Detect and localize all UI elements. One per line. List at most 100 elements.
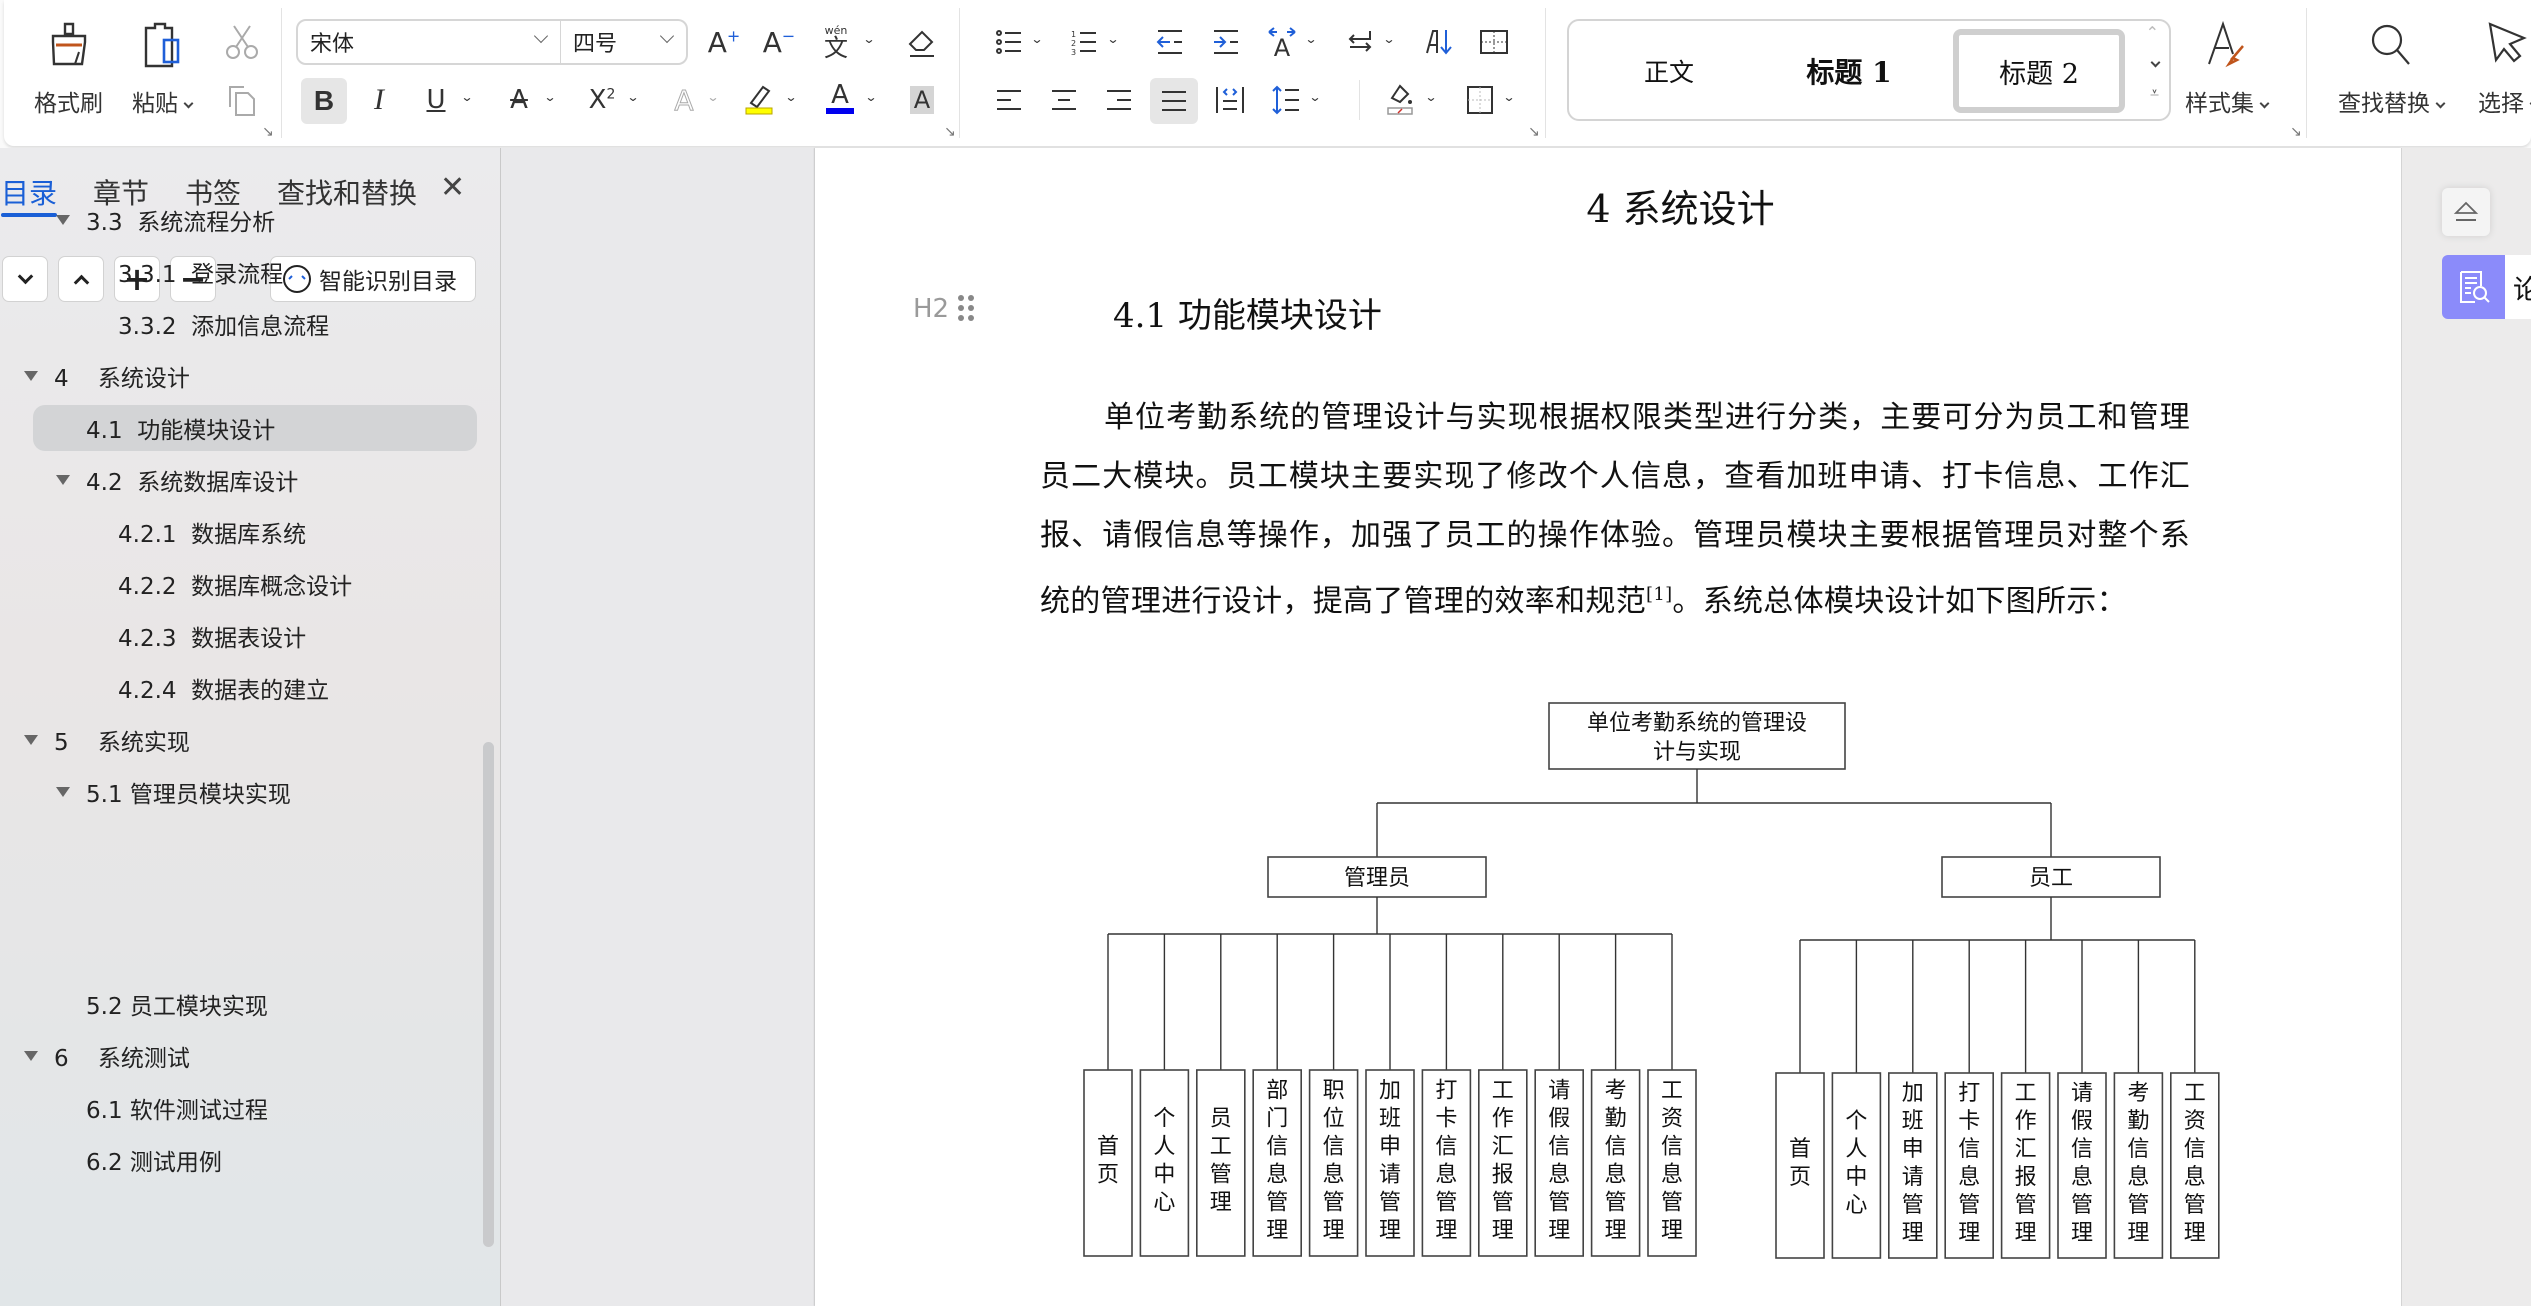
gallery-expand-icon[interactable]: ⩡ (2150, 83, 2159, 103)
borders-button[interactable] (1460, 80, 1500, 120)
copy-button[interactable] (222, 80, 262, 120)
toc-item[interactable]: 6 系统测试 (0, 1033, 470, 1079)
chevron-down-icon[interactable] (1308, 90, 1321, 104)
char-spacing-button[interactable]: A (1262, 22, 1302, 62)
toc-item[interactable]: 4.2.4 数据表的建立 (0, 665, 470, 711)
collapse-rail-button[interactable] (2442, 188, 2490, 236)
citation-ref[interactable]: [1] (1646, 584, 1672, 605)
leaf-node[interactable] (1888, 1072, 1938, 1259)
select-button[interactable]: 选择 (2478, 18, 2531, 118)
toc-item[interactable]: 4.2.3 数据表设计 (0, 613, 470, 659)
superscript-button[interactable]: X2 (582, 80, 622, 120)
strikethrough-button[interactable]: A (499, 80, 539, 120)
justify-button[interactable] (1150, 78, 1198, 124)
drag-handle-icon[interactable] (957, 294, 975, 322)
toc-scrollbar[interactable] (483, 742, 494, 1247)
toc-item[interactable]: 4 系统设计 (0, 353, 470, 399)
gallery-scroll-down-icon[interactable] (2150, 51, 2161, 70)
chevron-down-icon[interactable] (460, 90, 473, 104)
bold-button[interactable]: B (301, 78, 347, 124)
body-paragraph[interactable]: 单位考勤系统的管理设计与实现根据权限类型进行分类，主要可分为员工和管理员二大模块… (1040, 388, 2190, 631)
distribute-button[interactable] (1210, 80, 1250, 120)
clipboard-launcher-icon[interactable]: ↘ (262, 124, 274, 140)
style-heading-2[interactable]: 标题 2 (1953, 29, 2125, 113)
toc-item[interactable]: 5.1 管理员模块实现 (0, 769, 470, 815)
format-painter-button[interactable]: 格式刷 (34, 18, 103, 118)
expand-triangle-icon[interactable] (56, 787, 70, 797)
toc-item[interactable]: 3.3.2 添加信息流程 (0, 301, 470, 347)
leaf-node[interactable] (1195, 1069, 1246, 1257)
chapter-heading[interactable]: 4 系统设计 (815, 178, 2401, 233)
expand-triangle-icon[interactable] (24, 371, 38, 381)
leaf-node[interactable] (2000, 1072, 2051, 1259)
highlight-button[interactable] (740, 78, 780, 118)
show-marks-button[interactable] (1474, 22, 1514, 62)
employee-node[interactable] (1941, 856, 2161, 898)
toc-item[interactable]: 4.2.2 数据库概念设计 (0, 561, 470, 607)
chevron-down-icon[interactable] (1424, 90, 1437, 104)
leaf-node[interactable] (1421, 1069, 1472, 1257)
leaf-node[interactable] (1944, 1072, 1994, 1259)
leaf-node[interactable] (1831, 1072, 1882, 1259)
chevron-down-icon[interactable] (862, 32, 875, 46)
underline-button[interactable]: U (416, 80, 456, 120)
leaf-node[interactable] (1308, 1069, 1359, 1257)
pinyin-guide-button[interactable]: wén 文 (816, 22, 856, 62)
leaf-node[interactable] (1139, 1069, 1190, 1257)
leaf-node[interactable] (1365, 1069, 1415, 1257)
toc-item[interactable]: 5.2 员工模块实现 (0, 981, 470, 1027)
leaf-node[interactable] (1590, 1069, 1641, 1257)
chevron-down-icon[interactable] (706, 90, 719, 104)
expand-triangle-icon[interactable] (24, 1051, 38, 1061)
style-heading-1[interactable]: 标题 1 (1769, 29, 1929, 113)
chevron-down-icon[interactable] (1106, 32, 1119, 46)
style-normal[interactable]: 正文 (1609, 29, 1729, 113)
toc-item[interactable]: 4.2 系统数据库设计 (0, 457, 470, 503)
text-effect-button[interactable]: A (664, 80, 704, 120)
text-direction-button[interactable] (1340, 22, 1380, 62)
expand-triangle-icon[interactable] (56, 215, 70, 225)
font-name-select[interactable]: 宋体 (296, 19, 562, 65)
cut-button[interactable] (222, 22, 262, 62)
chevron-down-icon[interactable] (1382, 32, 1395, 46)
leaf-node[interactable] (1083, 1069, 1133, 1257)
numbered-list-button[interactable]: 123 (1064, 22, 1104, 62)
decrease-indent-button[interactable] (1150, 22, 1190, 62)
font-color-button[interactable]: A (820, 78, 860, 118)
line-spacing-button[interactable] (1266, 80, 1306, 120)
leaf-node[interactable] (2170, 1072, 2220, 1259)
gallery-scroll-up-icon[interactable]: ⌃ (2146, 23, 2159, 42)
leaf-node[interactable] (1647, 1069, 1697, 1257)
sort-button[interactable] (1418, 22, 1458, 62)
paragraph-launcher-icon[interactable]: ↘ (1528, 124, 1540, 140)
chevron-down-icon[interactable] (784, 90, 797, 104)
toc-item[interactable]: 6.1 软件测试过程 (0, 1085, 470, 1131)
styles-launcher-icon[interactable]: ↘ (2290, 124, 2302, 140)
align-left-button[interactable] (989, 80, 1029, 120)
shading-button[interactable] (1380, 78, 1420, 118)
increase-indent-button[interactable] (1206, 22, 1246, 62)
char-shading-button[interactable]: A (902, 80, 942, 120)
find-replace-button[interactable]: 查找替换 (2338, 18, 2446, 118)
paste-button[interactable]: 粘贴 (132, 18, 194, 118)
admin-node[interactable] (1267, 856, 1487, 898)
chevron-down-icon[interactable] (1030, 32, 1043, 46)
toc-item[interactable]: 3.3 系统流程分析 (0, 197, 470, 243)
root-node[interactable] (1548, 702, 1846, 770)
chevron-down-icon[interactable] (1502, 90, 1515, 104)
leaf-node[interactable] (1252, 1069, 1303, 1257)
style-set-button[interactable]: 样式集 (2185, 18, 2270, 118)
shrink-font-button[interactable]: A− (759, 22, 799, 62)
toc-item[interactable]: 5 系统实现 (0, 717, 470, 763)
clear-format-button[interactable] (902, 22, 942, 62)
align-center-button[interactable] (1044, 80, 1084, 120)
document-page[interactable]: 4 系统设计 H2 4.1 功能模块设计 单位考勤系统的管理设计与实现根据权限类… (815, 148, 2401, 1306)
leaf-node[interactable] (1534, 1069, 1585, 1257)
section-heading[interactable]: 4.1 功能模块设计 (1113, 288, 1382, 337)
grow-font-button[interactable]: A+ (704, 22, 744, 62)
toc-item[interactable]: 6.2 测试用例 (0, 1137, 470, 1183)
toc-item[interactable]: 3.3.1 登录流程 (0, 249, 470, 295)
expand-triangle-icon[interactable] (24, 735, 38, 745)
bullet-list-button[interactable] (989, 22, 1029, 62)
font-size-select[interactable]: 四号 (560, 19, 688, 65)
